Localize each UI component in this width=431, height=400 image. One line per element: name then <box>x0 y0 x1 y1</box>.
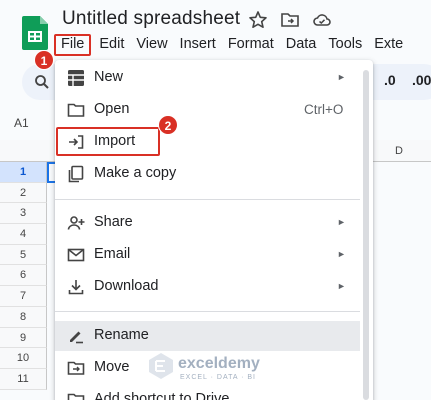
menu-item-label: Rename <box>94 327 149 343</box>
column-header-d[interactable]: D <box>395 145 403 157</box>
import-highlight-box <box>56 127 160 156</box>
drive-shortcut-icon <box>67 393 85 400</box>
move-to-folder-icon[interactable] <box>280 10 300 30</box>
new-sheet-icon <box>68 70 84 86</box>
submenu-arrow-icon: ► <box>337 72 346 82</box>
row-header[interactable]: 1 <box>0 162 47 183</box>
menu-item-label: Email <box>94 246 131 262</box>
menu-item-make-a-copy[interactable]: Make a copy <box>55 159 360 189</box>
submenu-arrow-icon: ► <box>337 217 346 227</box>
watermark-name: exceldemy <box>178 355 260 372</box>
menu-item-add-shortcut[interactable]: Add shortcut to Drive <box>55 385 360 400</box>
menu-item-rename[interactable]: Rename <box>55 321 360 351</box>
menubar: File Edit View Insert Format Data Tools … <box>54 34 409 56</box>
row-header[interactable]: 10 <box>0 348 47 369</box>
menu-item-label: Share <box>94 214 133 230</box>
row-header[interactable]: 9 <box>0 327 47 349</box>
menu-view[interactable]: View <box>130 34 173 56</box>
sheets-window: Untitled spreadsheet File Edit View Inse… <box>0 0 431 400</box>
cloud-saved-icon[interactable] <box>312 10 332 30</box>
exceldemy-logo-icon <box>149 353 173 379</box>
menu-item-label: Open <box>94 101 130 117</box>
menu-item-label: Move <box>94 359 130 375</box>
menu-item-share[interactable]: Share ► <box>55 208 360 238</box>
menu-extensions[interactable]: Exte <box>368 34 409 56</box>
row-headers: 1 2 3 4 5 6 7 8 9 10 11 <box>0 162 47 390</box>
menu-divider <box>55 199 360 200</box>
menu-item-label: Make a copy <box>94 165 177 181</box>
menu-insert[interactable]: Insert <box>174 34 222 56</box>
menu-file[interactable]: File <box>54 34 92 56</box>
row-header[interactable]: 8 <box>0 306 47 328</box>
submenu-arrow-icon: ► <box>337 249 346 259</box>
share-person-icon <box>67 216 85 230</box>
menu-item-open[interactable]: Open Ctrl+O <box>55 95 360 125</box>
menu-item-label: New <box>94 69 124 85</box>
menu-divider <box>55 311 360 312</box>
decrease-decimal-button[interactable]: .0 <box>384 72 396 88</box>
menu-item-email[interactable]: Email ► <box>55 240 360 270</box>
move-folder-icon <box>67 361 85 375</box>
submenu-arrow-icon: ► <box>337 281 346 291</box>
menu-item-label: Download <box>94 278 159 294</box>
row-header[interactable]: 11 <box>0 368 47 390</box>
menu-format[interactable]: Format <box>222 34 280 56</box>
document-title[interactable]: Untitled spreadsheet <box>62 8 240 30</box>
row-header[interactable]: 4 <box>0 224 47 245</box>
menu-data[interactable]: Data <box>280 34 323 56</box>
folder-icon <box>67 103 85 117</box>
row-header[interactable]: 2 <box>0 182 47 204</box>
row-header[interactable]: 6 <box>0 265 47 287</box>
step-badge-1: 1 <box>34 50 54 70</box>
menu-edit[interactable]: Edit <box>93 34 130 56</box>
download-icon <box>68 280 84 295</box>
step-badge-2: 2 <box>158 115 178 135</box>
rename-pencil-icon <box>70 331 83 344</box>
increase-decimal-button[interactable]: .00 <box>412 72 431 88</box>
sheets-logo-icon[interactable] <box>22 16 48 50</box>
star-icon[interactable] <box>248 10 268 30</box>
menu-item-label: Add shortcut to Drive <box>94 391 230 400</box>
menu-item-new[interactable]: New ► <box>55 63 360 93</box>
watermark-tagline: EXCEL · DATA · BI <box>180 374 256 381</box>
shortcut-label: Ctrl+O <box>304 102 344 117</box>
menu-item-download[interactable]: Download ► <box>55 272 360 302</box>
email-icon <box>67 248 85 262</box>
menu-tools[interactable]: Tools <box>322 34 368 56</box>
menu-scrollbar[interactable] <box>363 70 369 400</box>
row-header[interactable]: 3 <box>0 203 47 225</box>
copy-icon <box>68 165 84 183</box>
name-box[interactable]: A1 <box>14 116 29 130</box>
row-header[interactable]: 5 <box>0 244 47 266</box>
search-menus-icon[interactable] <box>34 74 50 90</box>
row-header[interactable]: 7 <box>0 286 47 307</box>
